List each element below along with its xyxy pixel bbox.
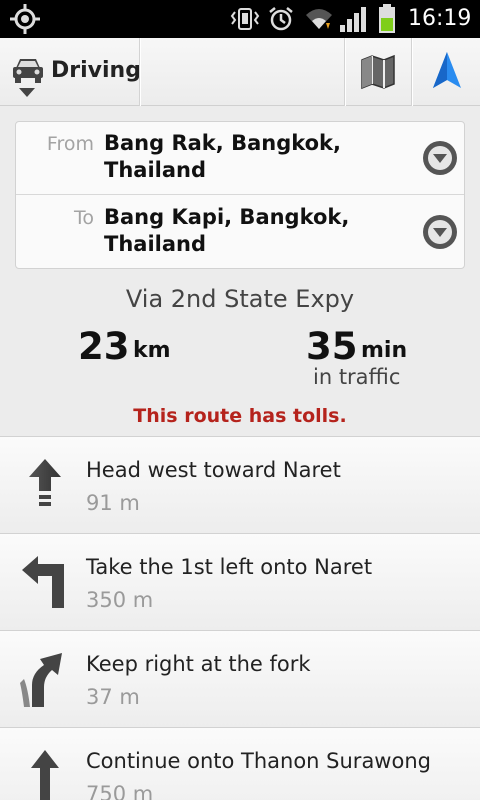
status-time: 16:19: [408, 6, 472, 31]
to-dropdown-icon[interactable]: [422, 214, 458, 250]
step-distance: 350 m: [86, 588, 154, 612]
divider: [139, 38, 141, 106]
map-icon: [361, 54, 395, 90]
turn-left-icon: [22, 556, 64, 608]
map-view-button[interactable]: [346, 38, 412, 106]
signal-icon: [340, 7, 366, 32]
direction-step[interactable]: Take the 1st left onto Naret 350 m: [0, 533, 480, 630]
from-label: From: [46, 133, 94, 155]
direction-step[interactable]: Keep right at the fork 37 m: [0, 630, 480, 727]
battery-icon: [379, 4, 395, 33]
keep-right-icon: [20, 653, 62, 707]
step-instruction: Take the 1st left onto Naret: [86, 555, 373, 579]
route-via: Via 2nd State Expy: [125, 285, 355, 313]
to-label: To: [73, 207, 94, 229]
straight-arrow-icon: [31, 750, 59, 800]
from-row[interactable]: From Bang Rak, Bangkok, Thailand: [16, 122, 464, 195]
from-value: Bang Rak, Bangkok, Thailand: [104, 131, 341, 182]
action-bar: Driving: [0, 38, 480, 106]
status-bar: 16:19: [0, 0, 480, 38]
alarm-icon: [269, 7, 293, 31]
travel-mode-button[interactable]: Driving: [0, 38, 141, 106]
navigation-arrow-icon: [433, 52, 461, 88]
wifi-icon: [306, 9, 332, 29]
tolls-warning: This route has tolls.: [133, 405, 347, 427]
duration-unit: min: [361, 338, 408, 363]
step-instruction: Continue onto Thanon Surawong: [86, 749, 431, 773]
start-navigation-button[interactable]: [413, 38, 480, 106]
distance-value: 23: [78, 325, 130, 368]
direction-step[interactable]: Continue onto Thanon Surawong 750 m: [0, 727, 480, 800]
step-distance: 37 m: [86, 685, 140, 709]
vibrate-icon: [230, 8, 260, 30]
step-distance: 750 m: [86, 782, 154, 800]
chevron-down-icon: [19, 88, 35, 97]
gps-icon: [10, 4, 40, 34]
from-dropdown-icon[interactable]: [422, 140, 458, 176]
route-endpoints-card: From Bang Rak, Bangkok, Thailand To Bang…: [15, 121, 465, 269]
to-value: Bang Kapi, Bangkok, Thailand: [104, 205, 350, 256]
straight-arrow-icon: [29, 459, 61, 506]
travel-mode-label: Driving: [51, 58, 141, 83]
distance-unit: km: [133, 338, 171, 363]
step-instruction: Head west toward Naret: [86, 458, 341, 482]
to-row[interactable]: To Bang Kapi, Bangkok, Thailand: [16, 196, 464, 269]
step-distance: 91 m: [86, 491, 140, 515]
car-icon: [13, 59, 43, 83]
direction-step[interactable]: Head west toward Naret 91 m: [0, 436, 480, 533]
step-instruction: Keep right at the fork: [86, 652, 311, 676]
traffic-note: in traffic: [313, 365, 401, 389]
directions-list: Head west toward Naret 91 m Take the 1st…: [0, 436, 480, 800]
duration-value: 35: [306, 325, 358, 368]
